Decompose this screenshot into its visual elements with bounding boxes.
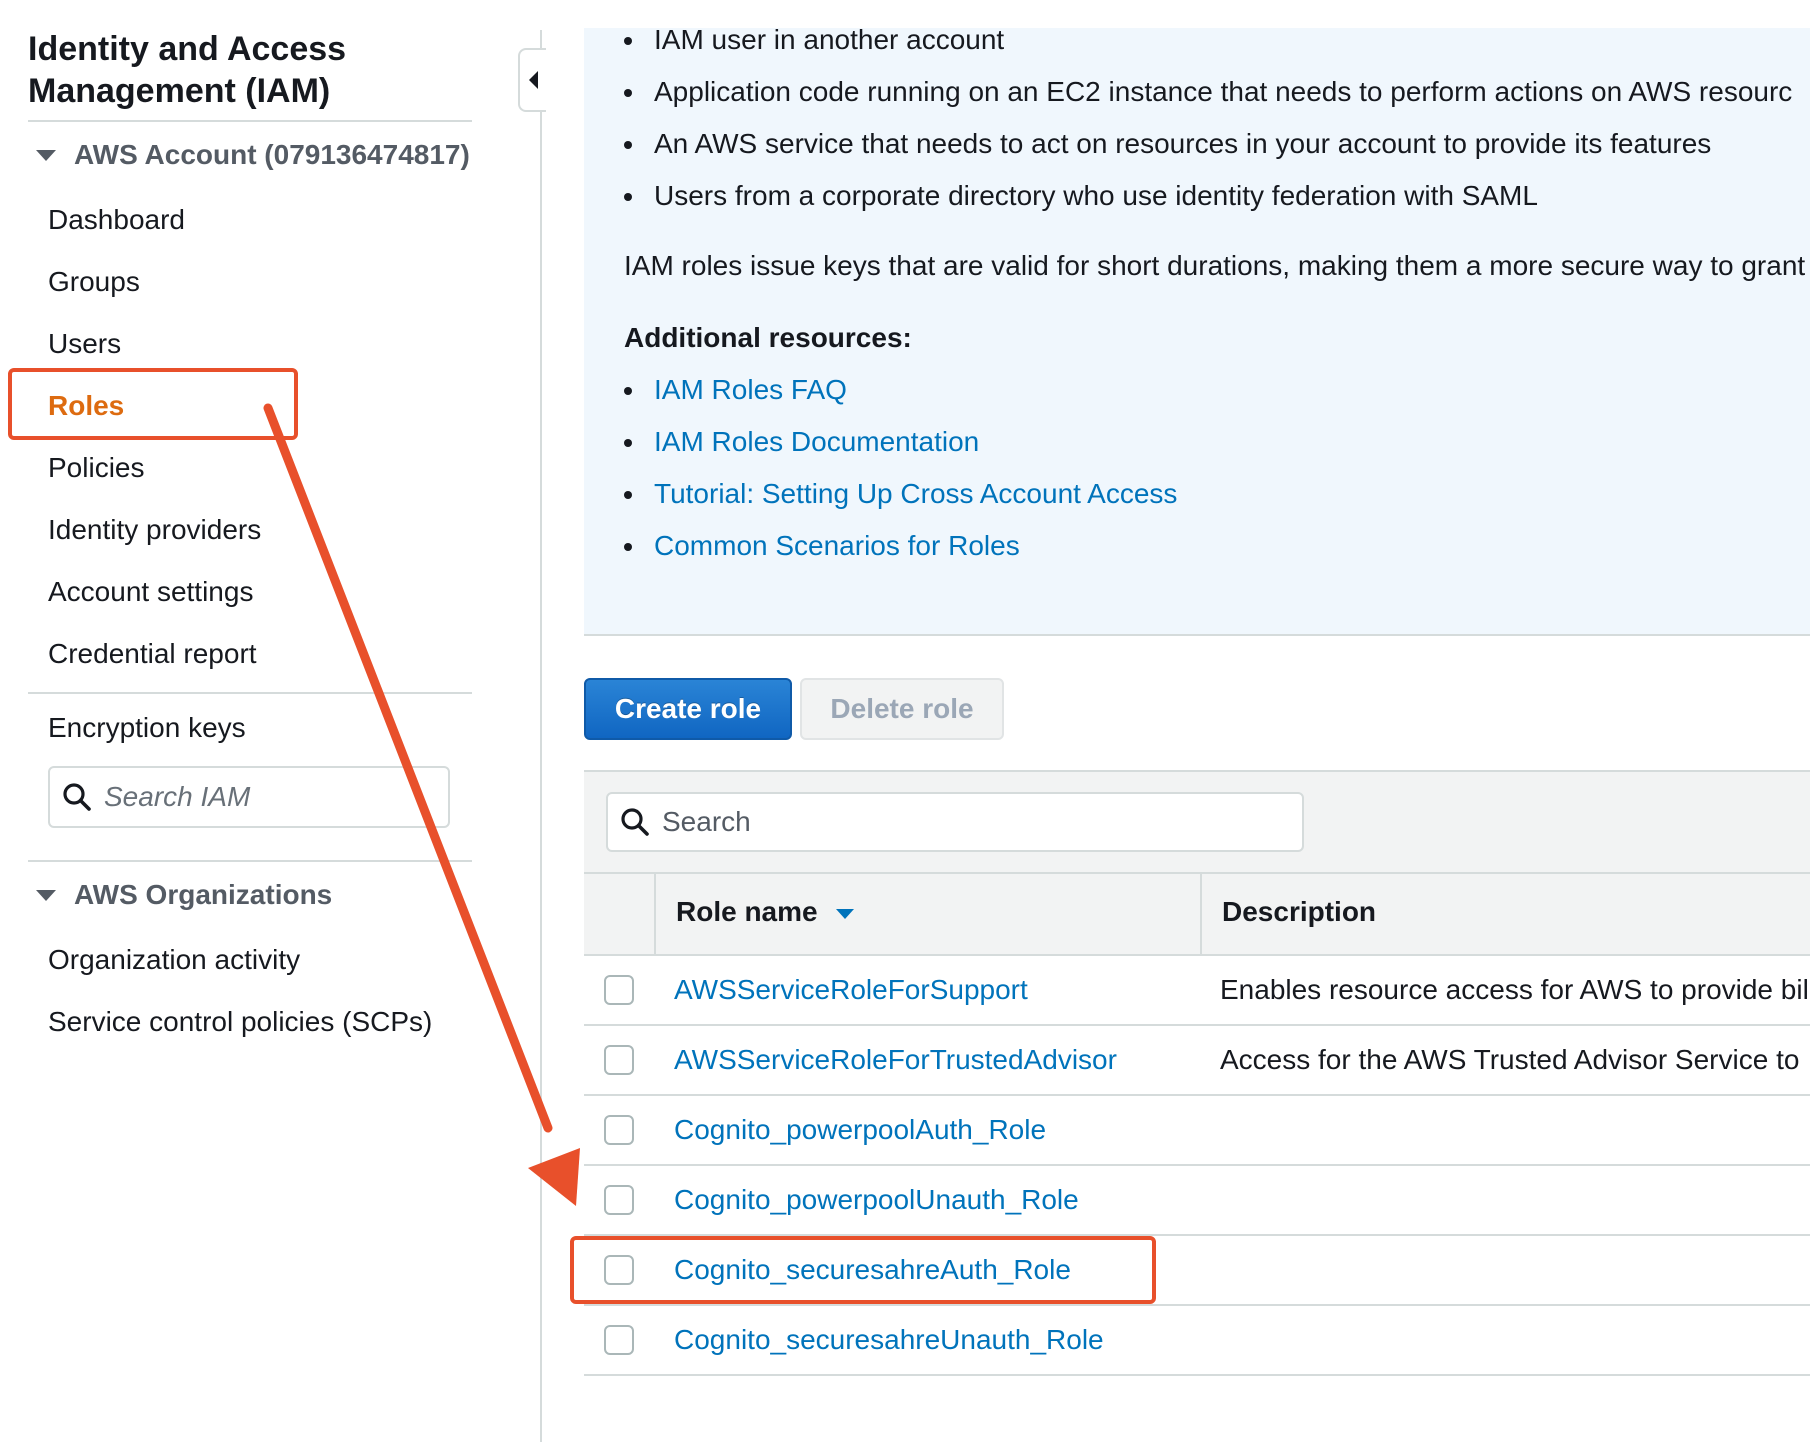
sidebar-item-scps[interactable]: Service control policies (SCPs) <box>48 1002 432 1042</box>
bullet <box>624 543 632 551</box>
row-checkbox[interactable] <box>604 1185 634 1215</box>
sidebar-item-roles[interactable]: Roles <box>48 386 124 426</box>
sidebar-item-organization-activity[interactable]: Organization activity <box>48 940 300 980</box>
sidebar-item-credential-report[interactable]: Credential report <box>48 634 257 674</box>
role-description: Access for the AWS Trusted Advisor Servi… <box>1220 1044 1800 1075</box>
sidebar-item-dashboard[interactable]: Dashboard <box>48 200 185 240</box>
role-description: Enables resource access for AWS to provi… <box>1220 974 1809 1005</box>
row-checkbox[interactable] <box>604 1325 634 1355</box>
link-iam-roles-documentation[interactable]: IAM Roles Documentation <box>654 422 979 462</box>
link-iam-roles-faq[interactable]: IAM Roles FAQ <box>654 370 847 410</box>
bullet <box>624 491 632 499</box>
column-header-role-name[interactable]: Role name <box>676 892 854 932</box>
role-name-link[interactable]: Cognito_securesahreAuth_Role <box>674 1250 1071 1290</box>
aws-organizations-section-label: AWS Organizations <box>74 879 333 910</box>
aws-account-section-toggle[interactable]: AWS Account (079136474817) <box>36 135 470 175</box>
sidebar-item-identity-providers[interactable]: Identity providers <box>48 510 261 550</box>
role-name-link[interactable]: Cognito_powerpoolUnauth_Role <box>674 1180 1079 1220</box>
sidebar-border <box>540 30 542 1442</box>
additional-resources-heading: Additional resources: <box>624 322 912 353</box>
bullet <box>624 439 632 447</box>
collapse-sidebar-button[interactable] <box>518 48 546 112</box>
row-checkbox[interactable] <box>604 1255 634 1285</box>
sidebar-item-encryption-keys[interactable]: Encryption keys <box>48 708 246 748</box>
role-name-link[interactable]: Cognito_securesahreUnauth_Role <box>674 1320 1104 1360</box>
row-checkbox[interactable] <box>604 1045 634 1075</box>
search-icon <box>63 783 91 811</box>
bullet <box>624 193 632 201</box>
aws-organizations-section-toggle[interactable]: AWS Organizations <box>36 875 332 915</box>
sidebar-title-line1: Identity and Access <box>28 30 347 68</box>
sort-descending-icon <box>835 908 854 919</box>
aws-account-section-label: AWS Account (079136474817) <box>74 139 470 170</box>
sidebar-item-account-settings[interactable]: Account settings <box>48 572 253 612</box>
link-tutorial-cross-account[interactable]: Tutorial: Setting Up Cross Account Acces… <box>654 474 1177 514</box>
column-header-description[interactable]: Description <box>1222 892 1376 932</box>
create-role-button[interactable]: Create role <box>584 678 792 740</box>
role-name-link[interactable]: AWSServiceRoleForTrustedAdvisor <box>674 1040 1117 1080</box>
bullet <box>624 37 632 45</box>
caret-down-icon <box>36 149 56 161</box>
link-common-scenarios[interactable]: Common Scenarios for Roles <box>654 526 1020 566</box>
sidebar-divider <box>28 860 472 862</box>
role-name-link[interactable]: Cognito_powerpoolAuth_Role <box>674 1110 1046 1150</box>
info-paragraph: IAM roles issue keys that are valid for … <box>624 250 1806 281</box>
bullet <box>624 387 632 395</box>
column-separator <box>1200 872 1202 956</box>
search-icon <box>621 808 649 836</box>
sidebar-title: Identity and Access Management (IAM) <box>28 28 346 112</box>
row-checkbox[interactable] <box>604 975 634 1005</box>
info-bullet-3: An AWS service that needs to act on reso… <box>654 128 1712 159</box>
column-separator <box>654 872 656 956</box>
sidebar-title-line2: Management (IAM) <box>28 72 331 110</box>
sidebar-divider <box>28 692 472 694</box>
column-header-role-name-label: Role name <box>676 896 818 927</box>
info-bullet-2: Application code running on an EC2 insta… <box>654 76 1793 107</box>
search-iam-field <box>48 766 450 828</box>
search-iam-input[interactable] <box>102 780 426 814</box>
sidebar-item-policies[interactable]: Policies <box>48 448 144 488</box>
row-checkbox[interactable] <box>604 1115 634 1145</box>
delete-role-button[interactable]: Delete role <box>800 678 1004 740</box>
info-bullet-1: IAM user in another account <box>654 24 1005 55</box>
sidebar-item-groups[interactable]: Groups <box>48 262 140 302</box>
caret-down-icon <box>36 889 56 901</box>
sidebar-divider <box>28 120 472 122</box>
bullet <box>624 141 632 149</box>
caret-left-icon <box>528 71 538 89</box>
role-search-field <box>606 792 1304 852</box>
info-bullet-4: Users from a corporate directory who use… <box>654 180 1538 211</box>
bullet <box>624 89 632 97</box>
role-search-input[interactable] <box>660 805 1264 839</box>
role-name-link[interactable]: AWSServiceRoleForSupport <box>674 970 1028 1010</box>
sidebar-item-users[interactable]: Users <box>48 324 121 364</box>
